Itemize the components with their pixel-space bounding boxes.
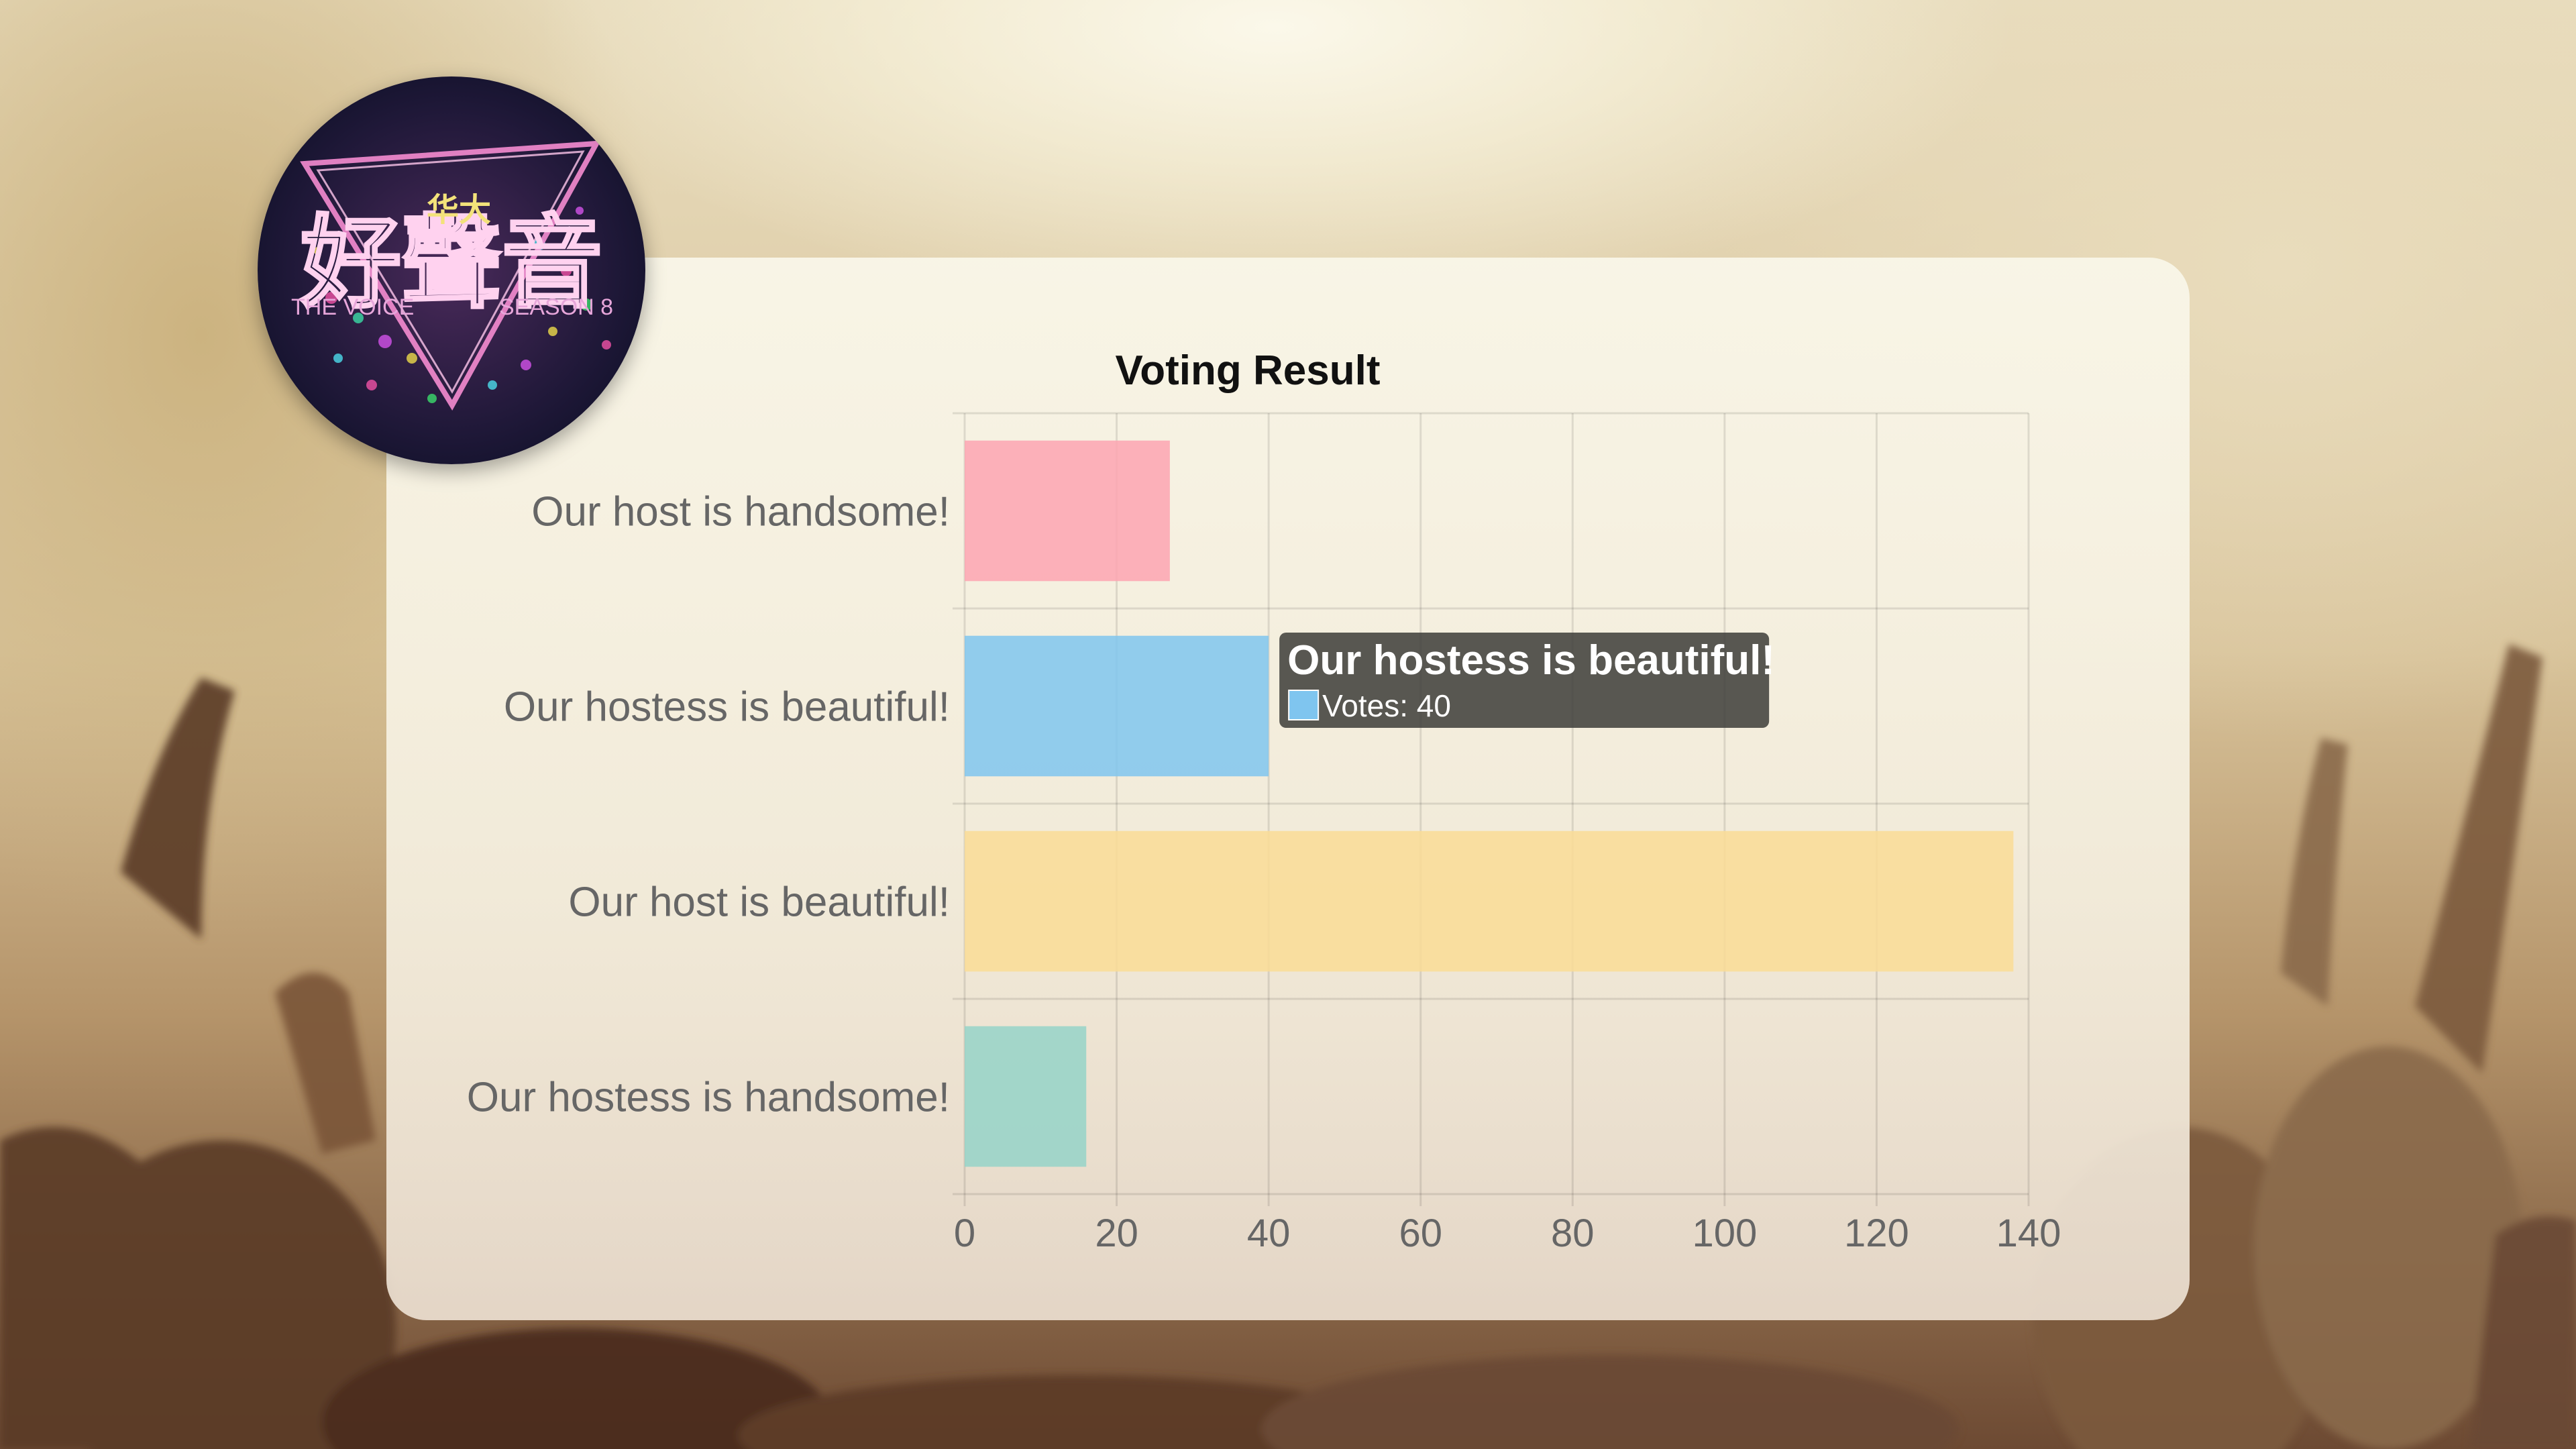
x-tick-label: 0: [954, 1212, 975, 1255]
tooltip-body: Votes: 40: [1322, 688, 1451, 723]
bar[interactable]: [965, 1026, 1087, 1167]
x-tick-label: 60: [1399, 1212, 1442, 1255]
x-tick-label: 80: [1551, 1212, 1595, 1255]
chart-title: Voting Result: [1116, 347, 1381, 394]
x-tick-label: 40: [1247, 1212, 1291, 1255]
category-labels: Our host is handsome! Our hostess is beau…: [467, 489, 950, 1121]
tooltip-swatch: [1288, 690, 1320, 720]
category-label: Our hostess is beautiful!: [504, 684, 950, 731]
category-label: Our host is beautiful!: [568, 879, 950, 926]
bar[interactable]: [965, 440, 1170, 582]
category-label: Our host is handsome!: [531, 489, 950, 535]
bar[interactable]: [965, 830, 2014, 972]
bar-chart: Voting Result Our host is handsome!Our h…: [467, 347, 2061, 1255]
x-tick-label: 20: [1095, 1212, 1138, 1255]
bar[interactable]: [965, 635, 1269, 777]
x-tick-label: 140: [1996, 1212, 2061, 1255]
x-tick-labels: 0 20 40 60 80 100 120 140: [954, 1212, 2061, 1255]
x-tick-label: 120: [1844, 1212, 1909, 1255]
x-tick-label: 100: [1692, 1212, 1757, 1255]
category-label: Our hostess is handsome!: [467, 1075, 950, 1121]
chart-tooltip: Our hostess is beautiful! Votes: 40: [1279, 633, 1775, 728]
tooltip-title: Our hostess is beautiful!: [1287, 637, 1775, 684]
